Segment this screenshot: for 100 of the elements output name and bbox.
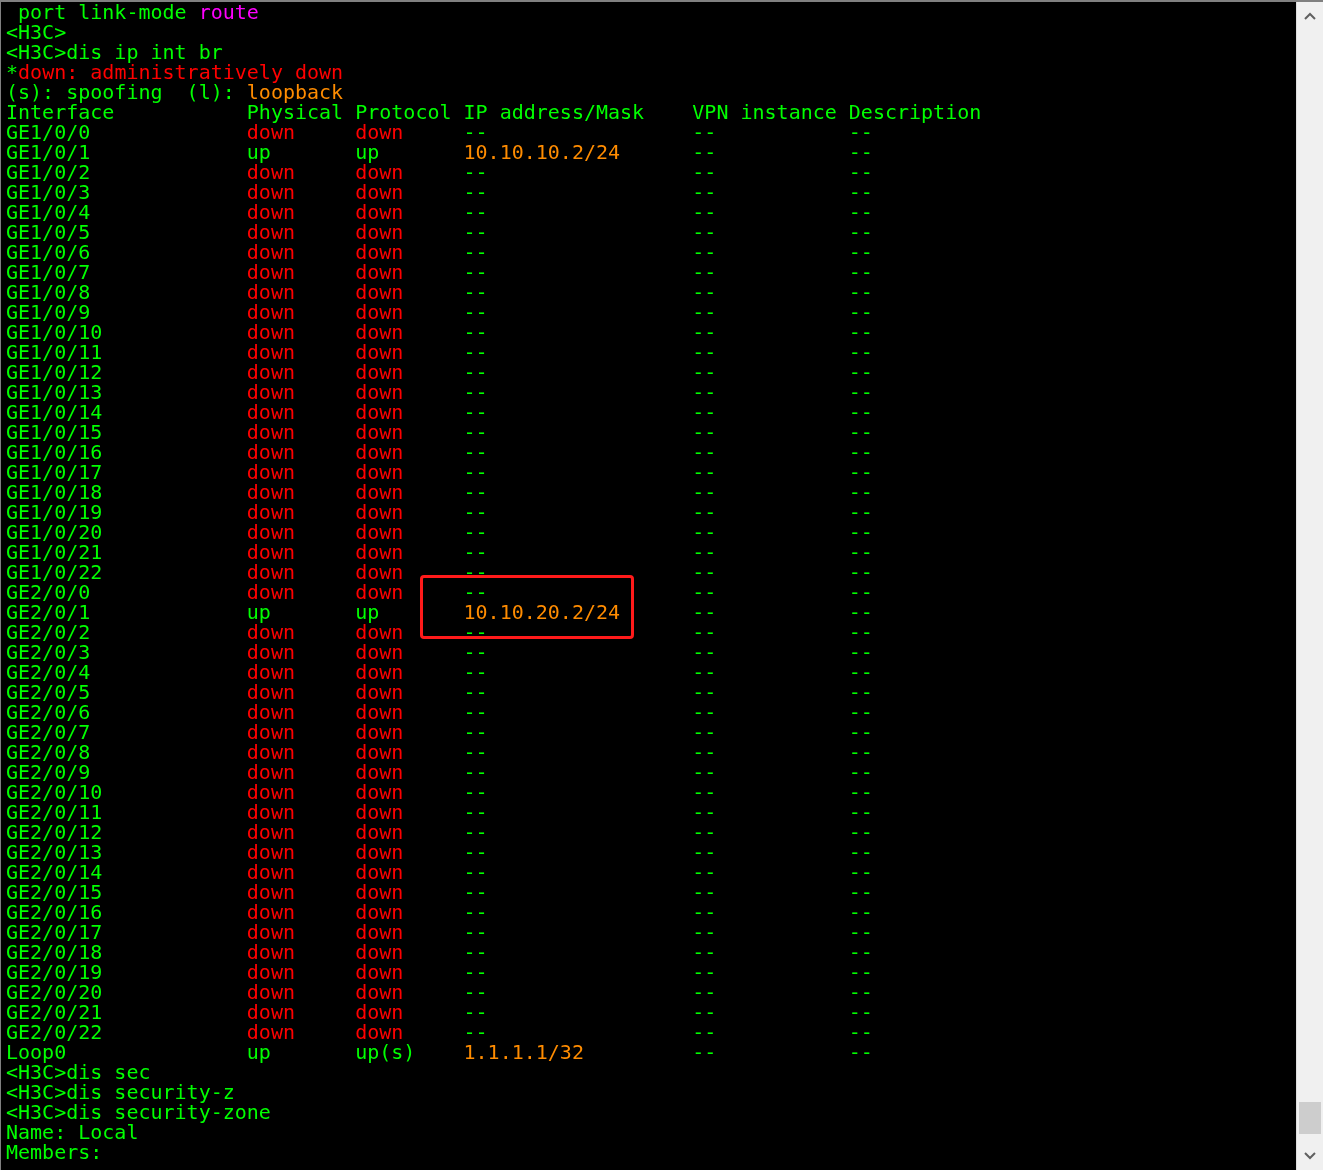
description: -- [848,862,873,882]
protocol-status: down [355,782,405,802]
protocol-status: down [355,1022,405,1042]
protocol-status: down [355,382,405,402]
interface-name: GE1/0/6 [6,242,92,262]
interface-name: GE2/0/13 [6,842,104,862]
interface-name: GE2/0/14 [6,862,104,882]
physical-status: up [246,602,272,622]
protocol-status: down [355,562,405,582]
interface-name: GE2/0/4 [6,662,92,682]
physical-status: down [246,442,296,462]
physical-status: down [246,222,296,242]
scrollbar[interactable] [1296,2,1323,1170]
vpn-instance: -- [692,662,718,682]
physical-status: up [246,142,272,162]
interface-name: GE2/0/20 [6,982,104,1002]
vpn-instance: -- [692,702,718,722]
vpn-instance: -- [692,502,718,522]
physical-status: down [246,262,296,282]
vpn-instance: -- [692,762,718,782]
interface-name: GE1/0/22 [6,562,104,582]
interface-name: GE2/0/0 [6,582,91,602]
interface-name: GE1/0/21 [6,542,104,562]
scroll-up-icon[interactable] [1304,12,1316,20]
protocol-status: down [355,322,405,342]
protocol-status: down [355,822,405,842]
vpn-instance: -- [692,522,718,542]
interface-name: GE2/0/3 [6,642,92,662]
vpn-instance: -- [692,842,718,862]
protocol-status: down [355,342,405,362]
description: -- [848,882,873,902]
protocol-status: down [355,422,405,442]
protocol-status: down [355,662,405,682]
interface-name: GE1/0/9 [6,302,92,322]
protocol-status: down [355,962,405,982]
description: -- [848,342,873,362]
physical-status: down [246,482,296,502]
physical-status: down [246,922,296,942]
physical-status: down [246,302,296,322]
scroll-down-icon[interactable] [1304,1152,1316,1160]
vpn-instance: -- [692,802,718,822]
protocol-status: down [355,622,405,642]
physical-status: down [246,702,296,722]
protocol-status: down [355,202,405,222]
interface-name: GE1/0/2 [6,162,92,182]
vpn-instance: -- [692,982,718,1002]
physical-status: down [246,182,296,202]
description: -- [848,822,873,842]
physical-status: down [246,362,296,382]
interface-name: GE2/0/12 [6,822,104,842]
vpn-instance: -- [692,282,718,302]
description: -- [848,762,873,782]
interface-name: GE2/0/8 [6,742,92,762]
description: -- [848,1022,873,1042]
vpn-instance: -- [692,442,718,462]
interface-name: GE1/0/11 [6,342,104,362]
description: -- [848,742,873,762]
physical-status: down [246,402,296,422]
vpn-instance: -- [692,222,718,242]
description: -- [848,122,873,142]
scrollbar-thumb[interactable] [1299,1102,1321,1134]
interface-name: GE1/0/16 [6,442,104,462]
vpn-instance: -- [692,302,718,322]
description: -- [848,182,873,202]
vpn-instance: -- [692,182,718,202]
protocol-status: down [355,182,405,202]
physical-status: down [246,982,296,1002]
protocol-status: down [355,1002,405,1022]
vpn-instance: -- [692,122,718,142]
interface-name: GE1/0/10 [6,322,104,342]
protocol-status: up(s) [355,1042,417,1062]
description: -- [848,302,873,322]
vpn-instance: -- [692,742,718,762]
protocol-status: down [355,702,405,722]
physical-status: down [246,162,296,182]
physical-status: down [246,902,296,922]
physical-status: down [246,422,296,442]
description: -- [848,502,873,522]
protocol-status: up [355,602,381,622]
interface-name: GE1/0/18 [6,482,104,502]
description: -- [848,902,873,922]
description: -- [848,402,873,422]
description: -- [848,702,873,722]
interface-name: GE1/0/3 [6,182,92,202]
description: -- [848,842,873,862]
protocol-status: down [355,862,405,882]
physical-status: down [246,882,296,902]
physical-status: down [246,662,296,682]
description: -- [848,562,873,582]
vpn-instance: -- [692,542,718,562]
description: -- [848,322,873,342]
description: -- [848,1002,873,1022]
interface-name: GE2/0/22 [6,1022,104,1042]
description: -- [848,942,873,962]
protocol-status: up [355,142,381,162]
protocol-status: down [355,542,405,562]
interface-name: GE1/0/12 [6,362,104,382]
description: -- [848,202,873,222]
vpn-instance: -- [692,1042,718,1062]
physical-status: down [246,642,296,662]
